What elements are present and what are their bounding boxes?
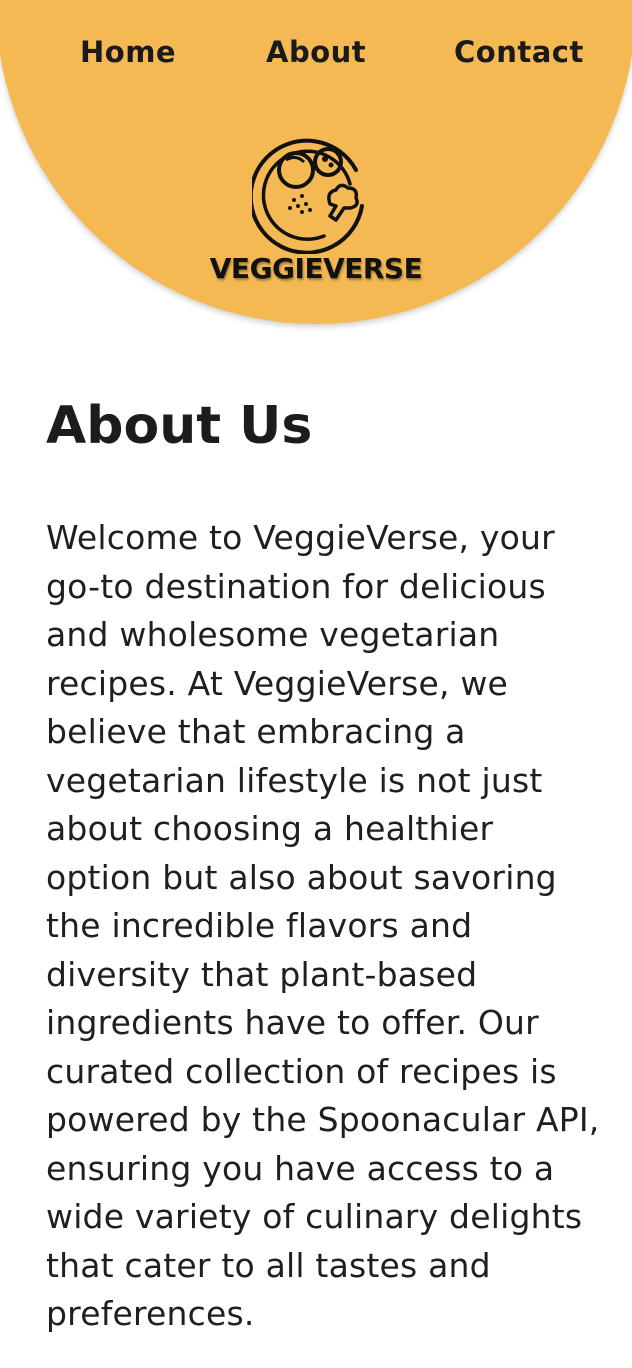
page-title: About Us [46, 396, 313, 456]
nav-about-link[interactable]: About [266, 32, 366, 72]
brand-logo[interactable]: VEGGIEVERSE [206, 132, 426, 302]
nav-home-link[interactable]: Home [80, 32, 176, 72]
nav-contact-link[interactable]: Contact [454, 32, 584, 72]
main-nav: Home About Contact [0, 0, 632, 110]
about-section: About Us Welcome to VeggieVerse, your go… [46, 390, 606, 1339]
about-description: Welcome to VeggieVerse, your go-to desti… [46, 518, 600, 1333]
brand-name: VEGGIEVERSE [209, 252, 423, 285]
veggie-plate-icon [252, 138, 364, 254]
